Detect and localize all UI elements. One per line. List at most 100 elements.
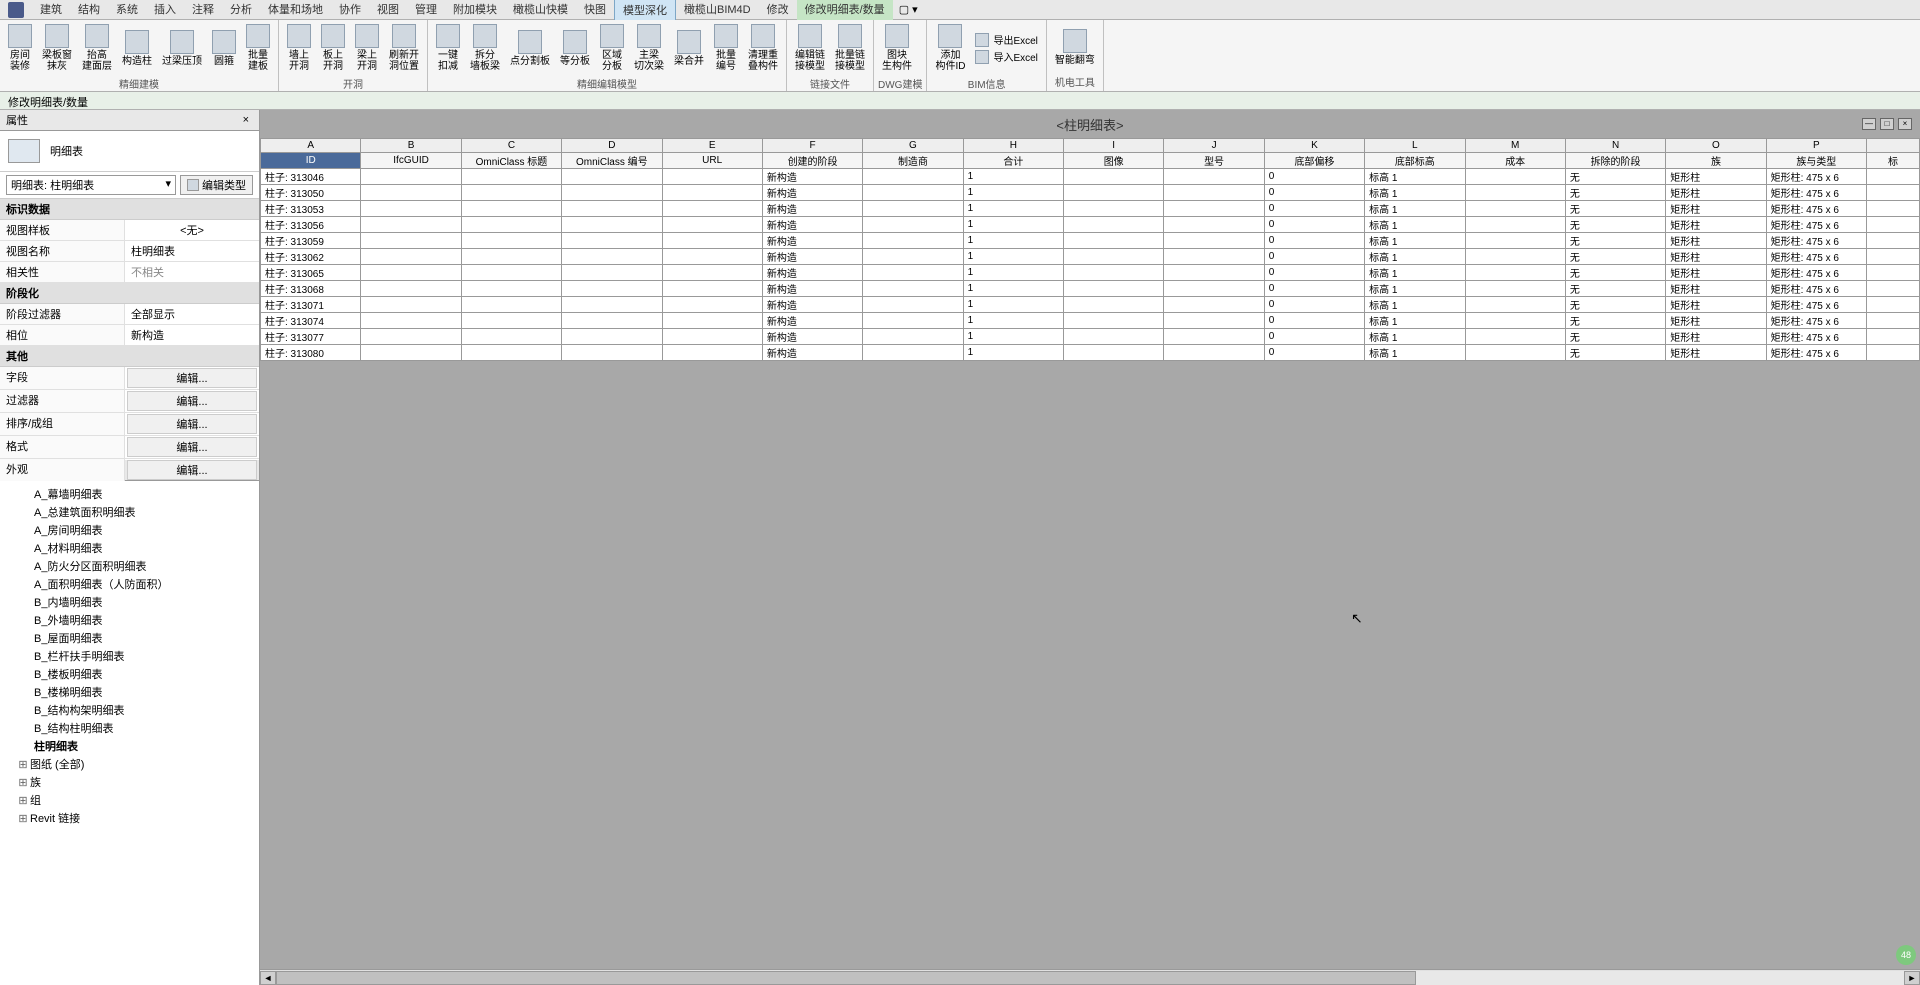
ribbon-btn[interactable]: 批量链接模型 — [831, 22, 869, 74]
col-header[interactable]: 族 — [1666, 153, 1766, 169]
table-cell[interactable]: 柱子: 313053 — [261, 201, 361, 217]
table-cell[interactable] — [361, 265, 461, 281]
tree-item[interactable]: A_防火分区面积明细表 — [2, 557, 257, 575]
table-cell[interactable] — [863, 217, 963, 233]
table-cell[interactable] — [1064, 345, 1164, 361]
col-header[interactable]: OmniClass 标题 — [461, 153, 561, 169]
table-cell[interactable]: 无 — [1565, 297, 1665, 313]
tree-item[interactable]: ⊞图纸 (全部) — [2, 755, 257, 773]
table-cell[interactable]: 1 — [963, 281, 1063, 297]
table-cell[interactable] — [863, 249, 963, 265]
menu-tab-结构[interactable]: 结构 — [70, 0, 108, 21]
props-row-value[interactable]: <无> — [125, 220, 259, 240]
table-cell[interactable]: 无 — [1565, 185, 1665, 201]
col-letter[interactable]: O — [1666, 139, 1766, 153]
table-cell[interactable] — [1465, 233, 1565, 249]
table-cell[interactable] — [662, 169, 762, 185]
edit-button[interactable]: 编辑... — [127, 368, 257, 388]
ribbon-btn[interactable]: 清理重叠构件 — [744, 22, 782, 74]
table-cell[interactable]: 标高 1 — [1365, 249, 1465, 265]
col-header[interactable]: OmniClass 编号 — [562, 153, 662, 169]
col-letter[interactable]: B — [361, 139, 461, 153]
table-cell[interactable]: 矩形柱 — [1666, 345, 1766, 361]
menu-tab-context[interactable]: 修改明细表/数量 — [797, 0, 893, 21]
props-row-value[interactable]: 不相关 — [125, 262, 259, 282]
table-cell[interactable] — [562, 233, 662, 249]
table-cell[interactable]: 标高 1 — [1365, 201, 1465, 217]
ribbon-btn[interactable]: 梁合并 — [670, 28, 708, 69]
table-cell[interactable] — [461, 217, 561, 233]
ribbon-btn[interactable]: 房间装修 — [4, 22, 36, 74]
table-cell[interactable]: 0 — [1264, 249, 1364, 265]
notification-badge[interactable]: 48 — [1896, 945, 1916, 965]
table-cell[interactable] — [461, 265, 561, 281]
table-cell[interactable] — [1867, 329, 1920, 345]
table-cell[interactable] — [662, 281, 762, 297]
table-cell[interactable] — [1164, 169, 1264, 185]
table-cell[interactable]: 1 — [963, 217, 1063, 233]
table-cell[interactable] — [1164, 249, 1264, 265]
tree-item[interactable]: ⊞Revit 链接 — [2, 809, 257, 827]
table-cell[interactable]: 1 — [963, 329, 1063, 345]
table-cell[interactable] — [461, 201, 561, 217]
filter-select[interactable]: 明细表: 柱明细表 ▾ — [6, 175, 176, 195]
tree-item[interactable]: A_面积明细表（人防面积） — [2, 575, 257, 593]
table-cell[interactable]: 矩形柱 — [1666, 249, 1766, 265]
ribbon-btn[interactable]: 圆箍 — [208, 28, 240, 69]
table-cell[interactable]: 矩形柱: 475 x 6 — [1766, 233, 1866, 249]
ribbon-btn[interactable]: 抬高建面层 — [78, 22, 116, 74]
table-cell[interactable] — [361, 169, 461, 185]
table-cell[interactable] — [1465, 345, 1565, 361]
edit-button[interactable]: 编辑... — [127, 460, 257, 480]
table-cell[interactable] — [1465, 281, 1565, 297]
table-cell[interactable] — [1064, 185, 1164, 201]
table-cell[interactable]: 1 — [963, 313, 1063, 329]
close-icon[interactable]: × — [239, 114, 253, 126]
table-cell[interactable] — [863, 297, 963, 313]
menu-tab-体量和场地[interactable]: 体量和场地 — [260, 0, 331, 21]
table-cell[interactable] — [562, 265, 662, 281]
app-icon[interactable] — [8, 2, 24, 18]
table-cell[interactable] — [1064, 329, 1164, 345]
col-header[interactable]: 制造商 — [863, 153, 963, 169]
table-cell[interactable] — [662, 201, 762, 217]
tree-item[interactable]: B_外墙明细表 — [2, 611, 257, 629]
menu-tab-模型深化[interactable]: 模型深化 — [614, 0, 676, 21]
table-cell[interactable] — [1064, 217, 1164, 233]
table-cell[interactable]: 柱子: 313065 — [261, 265, 361, 281]
table-cell[interactable]: 新构造 — [762, 329, 862, 345]
ribbon-btn[interactable]: 墙上开洞 — [283, 22, 315, 74]
table-cell[interactable]: 1 — [963, 249, 1063, 265]
table-cell[interactable] — [662, 249, 762, 265]
table-cell[interactable] — [562, 249, 662, 265]
ribbon-btn[interactable]: 梁板窗抹灰 — [38, 22, 76, 74]
table-cell[interactable]: 新构造 — [762, 281, 862, 297]
ribbon-btn[interactable]: 拆分墙板梁 — [466, 22, 504, 74]
table-cell[interactable] — [1465, 313, 1565, 329]
ribbon-btn[interactable]: 板上开洞 — [317, 22, 349, 74]
table-cell[interactable]: 0 — [1264, 313, 1364, 329]
col-header[interactable]: 图像 — [1064, 153, 1164, 169]
table-cell[interactable] — [863, 345, 963, 361]
table-cell[interactable] — [1064, 201, 1164, 217]
table-cell[interactable] — [1164, 297, 1264, 313]
minimize-view-button[interactable]: — — [1862, 118, 1876, 130]
table-row[interactable]: 柱子: 313056新构造10标高 1无矩形柱矩形柱: 475 x 6 — [261, 217, 1920, 233]
table-cell[interactable] — [562, 329, 662, 345]
ribbon-btn-导入Excel[interactable]: 导入Excel — [971, 48, 1041, 65]
table-row[interactable]: 柱子: 313077新构造10标高 1无矩形柱矩形柱: 475 x 6 — [261, 329, 1920, 345]
col-letter[interactable]: I — [1064, 139, 1164, 153]
table-cell[interactable]: 无 — [1565, 329, 1665, 345]
table-cell[interactable]: 矩形柱: 475 x 6 — [1766, 217, 1866, 233]
table-cell[interactable]: 0 — [1264, 201, 1364, 217]
table-cell[interactable] — [863, 281, 963, 297]
col-header[interactable]: 底部标高 — [1365, 153, 1465, 169]
table-cell[interactable] — [361, 249, 461, 265]
table-cell[interactable] — [562, 297, 662, 313]
table-cell[interactable] — [662, 329, 762, 345]
table-cell[interactable] — [1064, 297, 1164, 313]
table-cell[interactable] — [1465, 169, 1565, 185]
table-cell[interactable] — [562, 217, 662, 233]
table-cell[interactable] — [863, 201, 963, 217]
table-cell[interactable]: 标高 1 — [1365, 217, 1465, 233]
